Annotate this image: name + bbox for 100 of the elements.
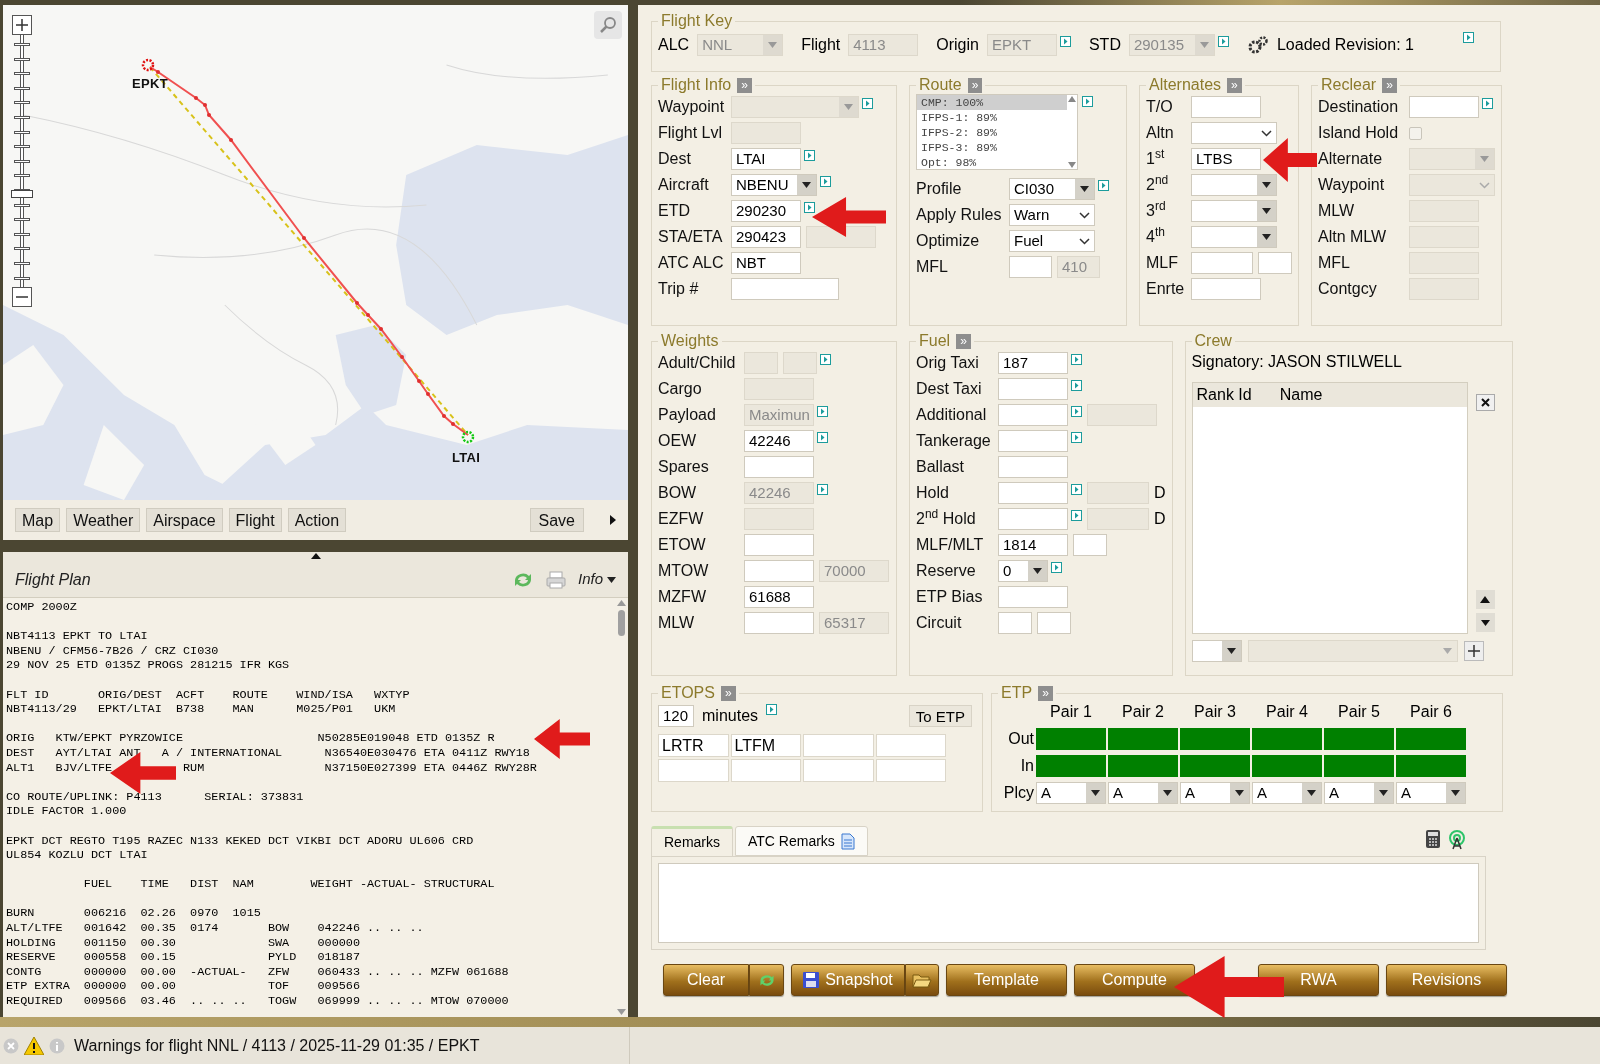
- select-field[interactable]: A: [1036, 782, 1106, 804]
- zoom-slider[interactable]: [11, 15, 33, 307]
- select-field[interactable]: NBENU: [731, 174, 817, 196]
- input-field[interactable]: [1191, 96, 1261, 118]
- zoom-in-button[interactable]: [12, 15, 32, 35]
- dropdown-field[interactable]: Warn: [1009, 204, 1095, 226]
- input-field[interactable]: [744, 560, 814, 582]
- select-field[interactable]: A: [1108, 782, 1178, 804]
- input-field[interactable]: [1073, 534, 1107, 556]
- map-toolbar-button[interactable]: Map: [15, 508, 61, 532]
- input-field[interactable]: [998, 508, 1068, 530]
- route-list[interactable]: CMP: 100% IFPS-1: 89% IFPS-2: 89% IFPS-3: 89% Opt: 98%: [916, 94, 1078, 170]
- move-up-button[interactable]: [1475, 590, 1495, 609]
- route-option[interactable]: Opt: 98%: [917, 155, 1067, 170]
- input-field[interactable]: [1258, 252, 1292, 274]
- select-field[interactable]: 0: [998, 560, 1048, 582]
- airport-marker-icon[interactable]: [461, 430, 475, 444]
- select-field[interactable]: A: [1252, 782, 1322, 804]
- column-header[interactable]: Rank Id: [1196, 383, 1252, 407]
- select-field[interactable]: A: [1396, 782, 1466, 804]
- save-button[interactable]: Save: [529, 508, 584, 532]
- arrow-square-icon[interactable]: [804, 150, 815, 161]
- input-field[interactable]: [1409, 96, 1479, 118]
- route-option[interactable]: IFPS-2: 89%: [917, 125, 1067, 140]
- input-field[interactable]: [1037, 612, 1071, 634]
- input-field[interactable]: [998, 430, 1068, 452]
- add-button[interactable]: [1463, 641, 1484, 661]
- route-option[interactable]: CMP: 100%: [917, 95, 1067, 110]
- input-field[interactable]: [744, 612, 814, 634]
- scroll-thumb[interactable]: [617, 610, 625, 636]
- select-field[interactable]: A: [1180, 782, 1250, 804]
- input-field[interactable]: 290423: [731, 226, 801, 248]
- input-field[interactable]: NBT: [731, 252, 801, 274]
- airport-marker-icon[interactable]: [141, 58, 155, 72]
- input-field[interactable]: [744, 456, 814, 478]
- calculator-icon[interactable]: [1426, 830, 1440, 848]
- input-field[interactable]: [731, 278, 839, 300]
- tab[interactable]: ATC Remarks: [735, 826, 868, 856]
- input-field[interactable]: 120: [658, 705, 694, 727]
- arrow-square-icon[interactable]: [1071, 406, 1082, 417]
- select-field[interactable]: [1191, 640, 1242, 662]
- arrow-square-icon[interactable]: [1071, 380, 1082, 391]
- select-field[interactable]: CI030: [1009, 178, 1095, 200]
- arrow-square-icon[interactable]: [804, 202, 815, 213]
- remarks-field[interactable]: [658, 863, 1479, 943]
- input-field[interactable]: LTAI: [731, 148, 801, 170]
- close-icon[interactable]: [3, 1037, 19, 1054]
- select-field[interactable]: [1191, 174, 1277, 196]
- arrow-square-icon[interactable]: [817, 432, 828, 443]
- arrow-square-icon[interactable]: [1482, 98, 1493, 109]
- scroll-down-icon[interactable]: [616, 1009, 626, 1015]
- input-field[interactable]: [998, 456, 1068, 478]
- map-toolbar-button[interactable]: Flight: [228, 508, 282, 532]
- dropdown-field[interactable]: Fuel: [1009, 230, 1095, 252]
- arrow-square-icon[interactable]: [1463, 32, 1474, 43]
- select-field[interactable]: A: [1324, 782, 1394, 804]
- input-field[interactable]: LTFM: [730, 734, 801, 757]
- footer-button[interactable]: Revisions: [1386, 964, 1507, 996]
- slider-thumb[interactable]: [11, 190, 33, 198]
- input-field[interactable]: 187: [998, 352, 1068, 374]
- select-field[interactable]: [1191, 200, 1277, 222]
- arrow-square-icon[interactable]: [1071, 432, 1082, 443]
- input-field[interactable]: [1009, 256, 1052, 278]
- select-field[interactable]: [1191, 226, 1277, 248]
- input-field[interactable]: [875, 734, 946, 757]
- zoom-out-button[interactable]: [12, 287, 32, 307]
- collapse-icon[interactable]: [310, 553, 321, 559]
- info-menu[interactable]: Info: [577, 568, 616, 591]
- input-field[interactable]: [1191, 278, 1261, 300]
- footer-button[interactable]: Compute: [1074, 964, 1195, 996]
- input-field[interactable]: 290230: [731, 200, 801, 222]
- footer-button[interactable]: Template: [946, 964, 1067, 996]
- input-field[interactable]: 42246: [744, 430, 814, 452]
- input-field[interactable]: LRTR: [658, 734, 729, 757]
- map-toolbar-button[interactable]: Weather: [66, 508, 141, 532]
- to-etp-button[interactable]: To ETP: [908, 705, 972, 727]
- clear-button[interactable]: Clear: [663, 964, 749, 996]
- input-field[interactable]: [998, 378, 1068, 400]
- arrow-square-icon[interactable]: [1051, 562, 1062, 573]
- arrow-square-icon[interactable]: [1071, 354, 1082, 365]
- input-field[interactable]: 61688: [744, 586, 814, 608]
- antenna-icon[interactable]: [1448, 830, 1466, 850]
- open-folder-button[interactable]: [905, 964, 939, 996]
- move-down-button[interactable]: [1475, 613, 1495, 632]
- input-field[interactable]: [803, 759, 874, 782]
- input-field[interactable]: [998, 586, 1068, 608]
- map-toolbar-button[interactable]: Airspace: [146, 508, 223, 532]
- input-field[interactable]: [998, 404, 1068, 426]
- arrow-square-icon[interactable]: [820, 176, 831, 187]
- input-field[interactable]: [1191, 252, 1253, 274]
- scrollbar[interactable]: [614, 598, 628, 1017]
- arrow-square-icon[interactable]: [766, 704, 778, 715]
- input-field[interactable]: LTBS: [1191, 148, 1261, 170]
- scroll-down-icon[interactable]: [1068, 162, 1076, 168]
- input-field[interactable]: 1814: [998, 534, 1068, 556]
- select-field[interactable]: [1247, 640, 1458, 662]
- scroll-up-icon[interactable]: [616, 600, 626, 606]
- input-field[interactable]: [998, 612, 1032, 634]
- input-field[interactable]: [744, 534, 814, 556]
- route-option[interactable]: IFPS-1: 89%: [917, 110, 1067, 125]
